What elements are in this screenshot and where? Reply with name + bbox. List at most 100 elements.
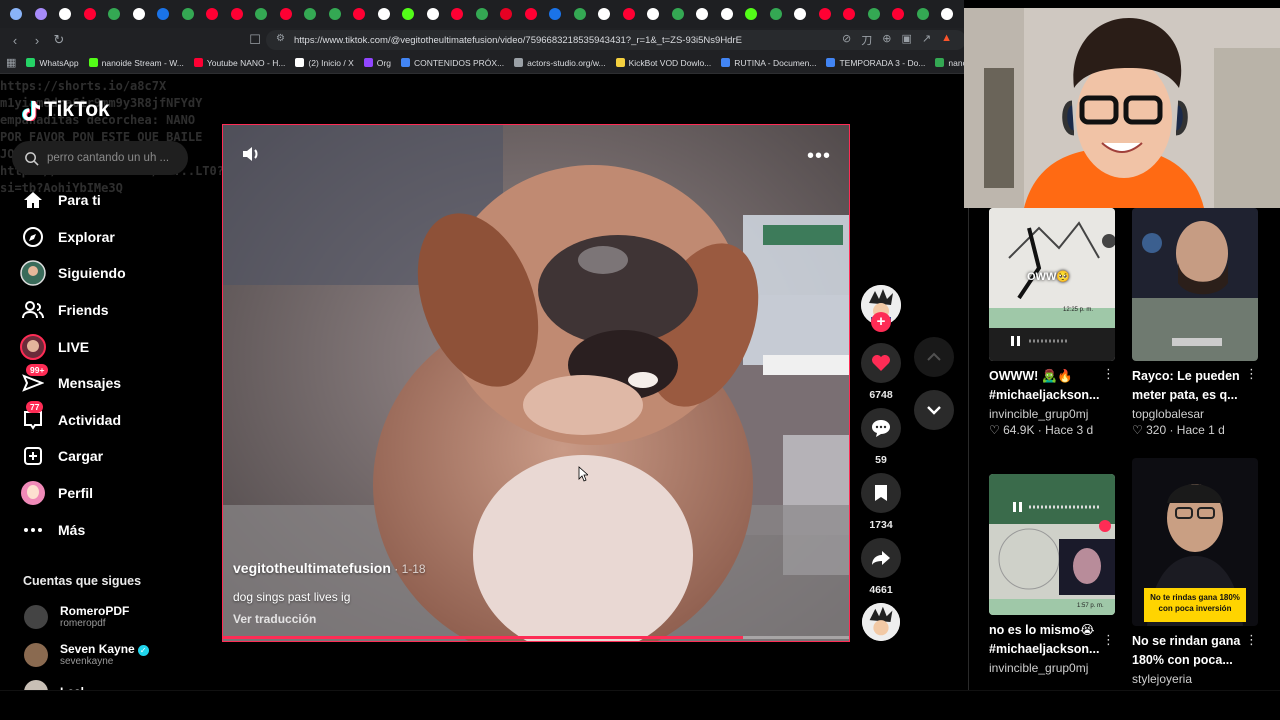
video-author[interactable]: vegitotheultimatefusion · 1-18 — [233, 560, 426, 576]
video-progress-bar[interactable] — [223, 636, 849, 639]
card-title[interactable]: no es lo mismo😭 #michaeljackson... — [989, 621, 1103, 659]
browser-tab-favicon[interactable] — [666, 0, 691, 28]
bookmark-item[interactable]: nanoide Stream - W... — [88, 58, 184, 68]
follow-plus-icon[interactable]: + — [871, 312, 891, 332]
sidebar-item-friends[interactable]: Friends — [20, 292, 200, 329]
site-info-icon[interactable]: ⚙ — [276, 33, 285, 44]
browser-tab-favicon[interactable] — [862, 0, 887, 28]
sidebar-item-mensajes[interactable]: 99+ Mensajes — [20, 364, 200, 402]
browser-tab-favicon[interactable] — [151, 0, 176, 28]
browser-tab-favicon[interactable] — [788, 0, 813, 28]
browser-tab-favicon[interactable] — [396, 0, 421, 28]
browser-tab-favicon[interactable] — [739, 0, 764, 28]
music-disc-icon[interactable] — [862, 603, 900, 641]
browser-tab-favicon[interactable] — [935, 0, 960, 28]
next-video-button[interactable] — [914, 390, 954, 430]
browser-tab-favicon[interactable] — [372, 0, 397, 28]
volume-icon[interactable] — [241, 145, 261, 168]
following-account[interactable]: Seven Kayne ✓ sevenkayne — [24, 642, 149, 667]
apps-grid-icon[interactable]: ▦ — [6, 56, 16, 69]
card-author[interactable]: invincible_grup0mj — [989, 407, 1115, 421]
card-more-icon[interactable]: ⋮ — [1102, 632, 1115, 648]
zoom-icon[interactable]: ⊕ — [882, 32, 891, 48]
card-title[interactable]: Rayco: Le pueden meter pata, es q... — [1132, 367, 1246, 405]
sidebar-item-para-ti[interactable]: Para ti — [20, 182, 200, 219]
bookmark-item[interactable]: nano - — [935, 58, 964, 68]
extension-icon-1[interactable]: ⊘ — [842, 32, 851, 48]
reload-icon[interactable]: ↻ — [48, 29, 70, 51]
card-more-icon[interactable]: ⋮ — [1245, 366, 1258, 382]
save-action[interactable]: 1734 — [860, 473, 902, 531]
back-icon[interactable]: ‹ — [4, 29, 26, 51]
browser-tab-favicon[interactable] — [347, 0, 372, 28]
browser-tab-favicon[interactable] — [127, 0, 152, 28]
browser-tab-favicon[interactable] — [543, 0, 568, 28]
bookmark-item[interactable]: TEMPORADA 3 - Do... — [826, 58, 925, 68]
browser-tab-favicon[interactable] — [641, 0, 666, 28]
browser-tab-favicon[interactable] — [225, 0, 250, 28]
share-arrow-icon[interactable] — [861, 538, 901, 578]
bookmark-item[interactable]: (2) Inicio / X — [295, 58, 354, 68]
sidebar-item-cargar[interactable]: Cargar — [20, 438, 200, 475]
sidebar-item-explorar[interactable]: Explorar — [20, 219, 200, 256]
sidebar-item-m-s[interactable]: Más — [20, 511, 200, 548]
comment-icon[interactable] — [861, 408, 901, 448]
sidebar-item-siguiendo[interactable]: Siguiendo — [20, 255, 200, 292]
cast-icon[interactable]: ▣ — [901, 32, 911, 48]
comment-action[interactable]: 59 — [860, 408, 902, 466]
browser-tab-favicon[interactable] — [53, 0, 78, 28]
browser-tab-favicon[interactable] — [29, 0, 54, 28]
following-account[interactable]: RomeroPDF romeropdf — [24, 604, 129, 629]
browser-tab-favicon[interactable] — [837, 0, 862, 28]
card-title[interactable]: No se rindan gana 180% con poca... — [1132, 632, 1246, 670]
heart-icon[interactable] — [861, 343, 901, 383]
card-more-icon[interactable]: ⋮ — [1102, 366, 1115, 382]
bookmark-icon[interactable] — [861, 473, 901, 513]
browser-tab-favicon[interactable] — [4, 0, 29, 28]
previous-video-button[interactable] — [914, 337, 954, 377]
address-bar[interactable]: ⚙ https://www.tiktok.com/@vegitotheultim… — [266, 30, 966, 50]
browser-tab-favicon[interactable] — [274, 0, 299, 28]
browser-tab-favicon[interactable] — [764, 0, 789, 28]
browser-tab-favicon[interactable] — [470, 0, 495, 28]
bookmark-item[interactable]: Youtube NANO - H... — [193, 58, 285, 68]
bookmark-item[interactable]: actors-studio.org/w... — [514, 58, 606, 68]
share-action[interactable]: 4661 — [860, 538, 902, 596]
browser-tab-favicon[interactable] — [592, 0, 617, 28]
browser-tab-favicon[interactable] — [519, 0, 544, 28]
browser-tab-favicon[interactable] — [494, 0, 519, 28]
video-username[interactable]: vegitotheultimatefusion — [233, 560, 391, 576]
browser-tab-favicon[interactable] — [690, 0, 715, 28]
browser-tab-favicon[interactable] — [617, 0, 642, 28]
browser-tab-favicon[interactable] — [445, 0, 470, 28]
creator-avatar-action[interactable]: + — [860, 285, 902, 332]
browser-tab-favicon[interactable] — [78, 0, 103, 28]
browser-tab-favicon[interactable] — [200, 0, 225, 28]
bookmark-item[interactable]: WhatsApp — [26, 58, 79, 68]
sidebar-item-perfil[interactable]: Perfil — [20, 475, 200, 512]
like-action[interactable]: 6748 — [860, 343, 902, 401]
translate-icon[interactable]: 刀 — [861, 32, 872, 48]
browser-tab-favicon[interactable] — [715, 0, 740, 28]
avatar[interactable] — [24, 604, 48, 629]
video-player[interactable]: ••• vegitotheultimatefusion · 1-18 dog s… — [222, 124, 850, 642]
browser-tab-favicon[interactable] — [323, 0, 348, 28]
browser-tab-favicon[interactable] — [421, 0, 446, 28]
browser-tab-favicon[interactable] — [102, 0, 127, 28]
card-title[interactable]: OWWW! 🧟‍♂️🔥 #michaeljackson... — [989, 367, 1103, 405]
bookmark-item[interactable]: Org — [363, 58, 391, 68]
brave-icon[interactable]: ▲ — [941, 32, 952, 48]
card-thumbnail[interactable]: OWW🥺 12:25 p. m. — [989, 208, 1115, 361]
video-more-icon[interactable]: ••• — [807, 145, 831, 168]
card-author[interactable]: stylejoyeria — [1132, 672, 1258, 686]
bookmark-item[interactable]: CONTENIDOS PRÓX... — [400, 58, 504, 68]
card-author[interactable]: invincible_grup0mj — [989, 661, 1115, 675]
bookmark-item[interactable]: KickBot VOD Dowlo... — [615, 58, 711, 68]
recommendation-card[interactable]: OWW🥺 12:25 p. m. ⋮ OWWW! 🧟‍♂️🔥 #michaelj… — [989, 208, 1115, 437]
recommendation-card[interactable]: 1:57 p. m. ⋮ no es lo mismo😭 #michaeljac… — [989, 474, 1115, 675]
browser-tab-favicon[interactable] — [886, 0, 911, 28]
tiktok-logo[interactable]: TikTok — [22, 98, 110, 122]
bookmark-star-icon[interactable]: ☐ — [244, 29, 266, 51]
browser-tab-favicon[interactable] — [176, 0, 201, 28]
sidebar-item-live[interactable]: LIVE — [20, 328, 200, 365]
